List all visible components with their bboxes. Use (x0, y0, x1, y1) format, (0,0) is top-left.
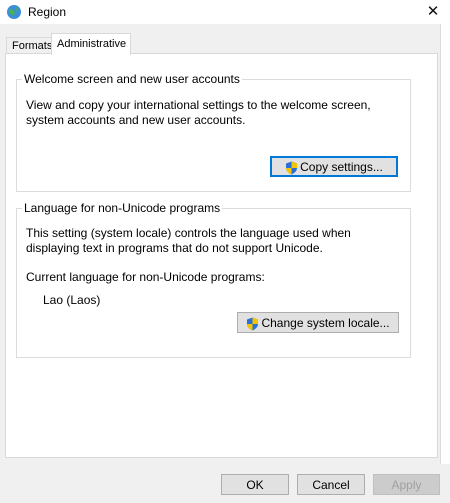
current-language-value: Lao (Laos) (43, 293, 101, 307)
non-unicode-group: Language for non-Unicode programs This s… (16, 201, 411, 358)
title-bar: Region ✕ (0, 0, 450, 24)
dialog-button-bar: OK Cancel Apply (0, 464, 450, 503)
welcome-description: View and copy your international setting… (26, 98, 371, 127)
tab-administrative[interactable]: Administrative (51, 33, 131, 55)
uac-shield-icon (286, 161, 298, 175)
administrative-panel: Welcome screen and new user accounts Vie… (5, 53, 438, 458)
uac-shield-icon (247, 317, 259, 331)
welcome-group-legend: Welcome screen and new user accounts (24, 72, 240, 86)
change-system-locale-label: Change system locale... (261, 316, 390, 330)
apply-button[interactable]: Apply (373, 474, 440, 495)
copy-settings-button[interactable]: Copy settings... (270, 156, 398, 177)
copy-settings-label: Copy settings... (300, 160, 383, 174)
region-globe-icon (7, 5, 21, 19)
window-title: Region (28, 5, 67, 19)
non-unicode-group-legend: Language for non-Unicode programs (24, 201, 221, 215)
close-button[interactable]: ✕ (416, 0, 450, 24)
welcome-screen-group: Welcome screen and new user accounts Vie… (16, 72, 411, 192)
close-icon: ✕ (426, 3, 440, 20)
cancel-button[interactable]: Cancel (297, 474, 365, 495)
current-language-label: Current language for non-Unicode program… (26, 270, 265, 284)
non-unicode-description: This setting (system locale) controls th… (26, 226, 351, 255)
tab-formats[interactable]: Formats (6, 37, 56, 54)
change-system-locale-button[interactable]: Change system locale... (237, 312, 399, 333)
ok-button[interactable]: OK (221, 474, 289, 495)
window-edge (440, 24, 450, 464)
